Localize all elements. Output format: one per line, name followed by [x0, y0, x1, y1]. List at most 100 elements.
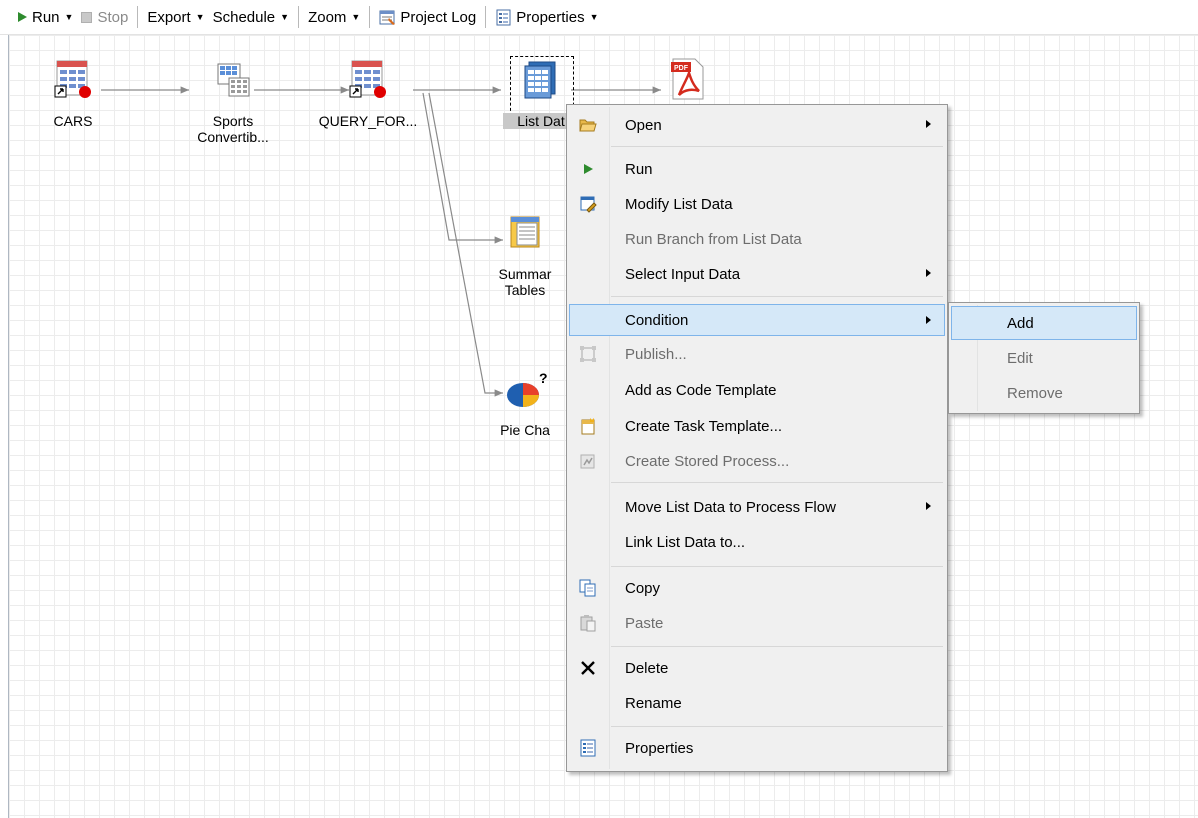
menu-item-publish[interactable]: Publish... [569, 338, 945, 370]
node-label: QUERY_FOR... [318, 113, 418, 129]
menu-item-condition[interactable]: Condition [569, 304, 945, 336]
submenu-item-edit[interactable]: Edit [951, 341, 1137, 375]
submenu-arrow-icon [926, 316, 931, 324]
menu-item-label: Copy [625, 579, 661, 597]
chevron-down-icon: ▼ [351, 12, 361, 22]
node-label: Convertib... [197, 129, 269, 145]
schedule-label: Schedule [212, 8, 276, 26]
query-filter-icon [217, 63, 250, 97]
svg-text:?: ? [539, 370, 547, 386]
export-button[interactable]: Export ▼ [143, 5, 208, 29]
submenu-item-remove[interactable]: Remove [951, 376, 1137, 410]
menu-item-create-stored-process[interactable]: Create Stored Process... [569, 445, 945, 477]
menu-item-move-to-process-flow[interactable]: Move List Data to Process Flow [569, 491, 945, 523]
copy-icon [579, 579, 596, 597]
menu-item-run-branch[interactable]: Run Branch from List Data [569, 223, 945, 255]
menu-item-paste[interactable]: Paste [569, 607, 945, 639]
menu-separator [611, 566, 943, 567]
toolbar-separator [369, 6, 371, 28]
menu-separator [611, 296, 943, 297]
paste-icon [580, 615, 596, 632]
menu-item-label: Run [625, 160, 653, 178]
node-cars[interactable]: CARS [43, 60, 103, 129]
summary-tables-icon [510, 216, 540, 248]
chevron-down-icon: ▼ [64, 12, 74, 22]
node-label: Sports [212, 113, 254, 129]
submenu-arrow-icon [926, 120, 931, 128]
menu-item-open[interactable]: Open [569, 109, 945, 141]
menu-item-run[interactable]: Run [569, 153, 945, 185]
properties-icon [496, 9, 511, 25]
pie-chart-icon: ? [507, 370, 548, 407]
task-template-icon [581, 418, 595, 435]
node-pdf-output[interactable]: PDF [665, 57, 709, 104]
menu-item-delete[interactable]: Delete [569, 652, 945, 684]
menu-item-label: Move List Data to Process Flow [625, 498, 836, 516]
menu-item-create-task-template[interactable]: Create Task Template... [569, 410, 945, 442]
menu-item-label: Publish... [625, 345, 687, 363]
toolbar-separator [485, 6, 487, 28]
menu-item-copy[interactable]: Copy [569, 572, 945, 604]
chevron-down-icon: ▼ [589, 12, 599, 22]
menu-item-rename[interactable]: Rename [569, 687, 945, 719]
data-table-icon [349, 60, 386, 98]
menu-item-label: Open [625, 116, 662, 134]
stop-button[interactable]: Stop [77, 5, 132, 29]
node-sports-convertible[interactable]: Sports Convertib... [191, 60, 275, 145]
toolbar-separator [298, 6, 300, 28]
condition-submenu: Add Edit Remove [948, 302, 1140, 414]
menu-item-link-list-data[interactable]: Link List Data to... [569, 526, 945, 558]
node-pie-chart[interactable]: ? Pie Cha [495, 369, 555, 438]
zoom-button[interactable]: Zoom ▼ [304, 5, 364, 29]
properties-icon [580, 739, 596, 757]
run-button[interactable]: Run ▼ [14, 5, 77, 29]
menu-item-modify-list-data[interactable]: Modify List Data [569, 188, 945, 220]
node-query-for[interactable]: QUERY_FOR... [313, 60, 423, 129]
node-label: CARS [53, 113, 93, 129]
menu-item-add-code-template[interactable]: Add as Code Template [569, 374, 945, 406]
project-log-button[interactable]: Project Log [375, 5, 480, 29]
chevron-down-icon: ▼ [195, 12, 205, 22]
publish-icon [580, 346, 596, 362]
toolbar: Run ▼ Stop Export ▼ Schedule ▼ Zoom ▼ Pr… [0, 0, 1198, 35]
connector-line [422, 92, 503, 244]
connector-line [428, 92, 503, 397]
menu-item-label: Modify List Data [625, 195, 733, 213]
export-label: Export [147, 8, 191, 26]
menu-item-label: Delete [625, 659, 669, 677]
project-log-icon [379, 10, 396, 25]
menu-separator [611, 146, 943, 147]
menu-item-label: Create Task Template... [625, 417, 783, 435]
stop-icon [81, 11, 93, 23]
node-summary-tables[interactable]: Summar Tables [495, 213, 555, 298]
schedule-button[interactable]: Schedule ▼ [209, 5, 293, 29]
submenu-item-label: Remove [1007, 384, 1063, 402]
menu-item-properties[interactable]: Properties [569, 732, 945, 764]
zoom-label: Zoom [308, 8, 347, 26]
open-folder-icon [579, 119, 597, 132]
stored-process-icon [580, 454, 595, 469]
menu-item-label: Rename [625, 694, 682, 712]
properties-label: Properties [516, 8, 585, 26]
submenu-arrow-icon [926, 502, 931, 510]
menu-item-label: Paste [625, 614, 664, 632]
properties-button[interactable]: Properties ▼ [491, 5, 602, 29]
toolbar-separator [137, 6, 139, 28]
menu-item-label: Link List Data to... [625, 533, 746, 551]
menu-item-label: Properties [625, 739, 694, 757]
run-label: Run [32, 8, 60, 26]
menu-item-label: Select Input Data [625, 265, 741, 283]
node-label: Tables [504, 282, 546, 298]
menu-item-select-input-data[interactable]: Select Input Data [569, 258, 945, 290]
menu-separator [611, 726, 943, 727]
node-label: Summar [498, 266, 552, 282]
chevron-down-icon: ▼ [280, 12, 290, 22]
stop-label: Stop [97, 8, 129, 26]
project-log-label: Project Log [400, 8, 477, 26]
pdf-icon: PDF [671, 58, 704, 100]
submenu-item-add[interactable]: Add [951, 306, 1137, 340]
menu-item-label: Add as Code Template [625, 381, 777, 399]
data-table-icon [54, 60, 91, 98]
submenu-item-label: Add [1007, 314, 1034, 332]
run-icon [584, 164, 593, 174]
